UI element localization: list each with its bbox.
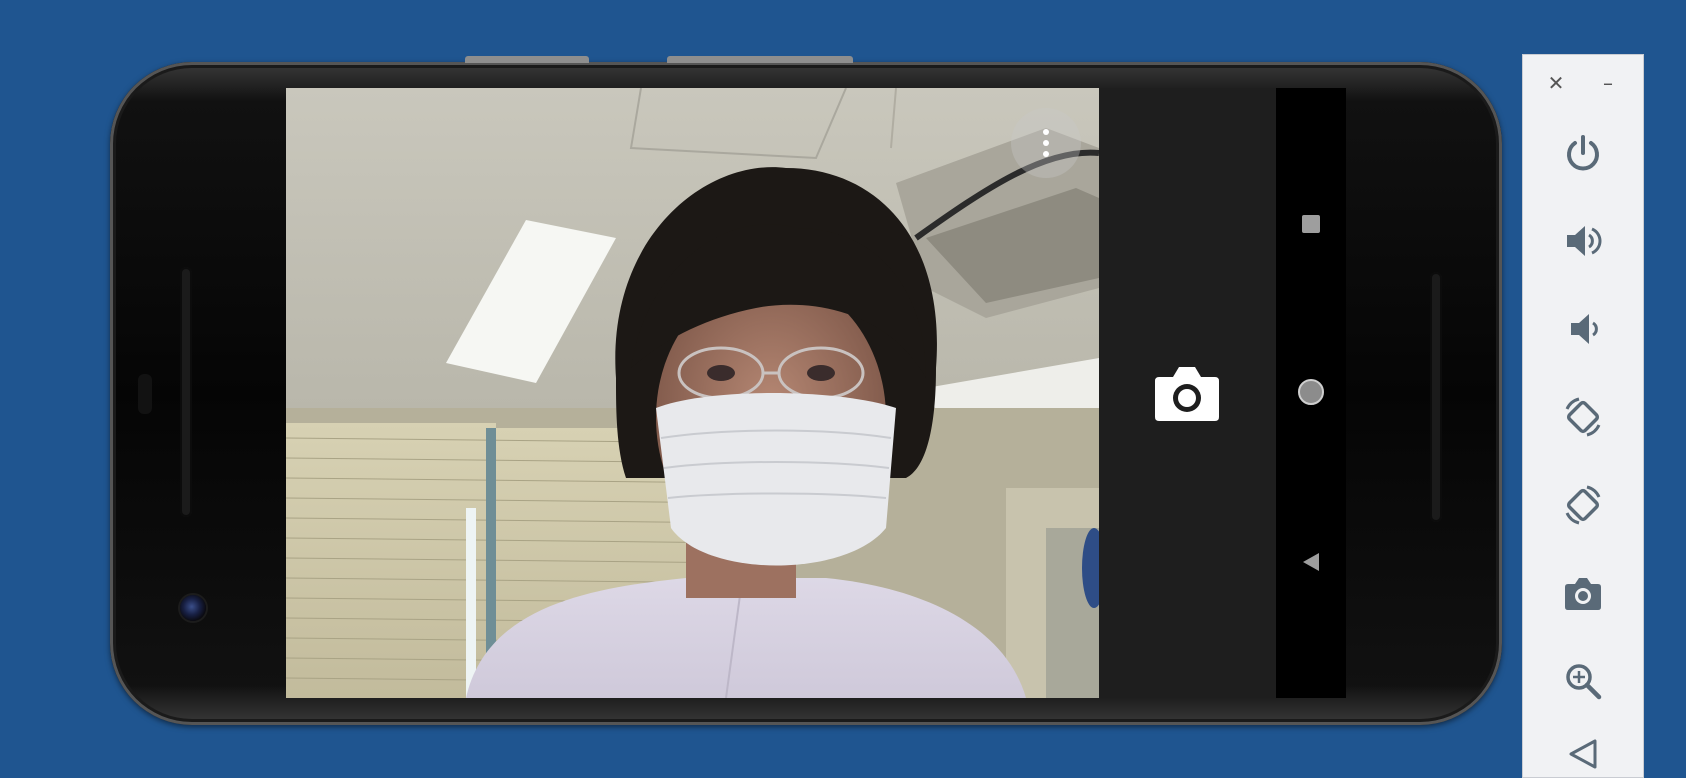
close-button[interactable]: ✕ <box>1541 69 1571 97</box>
rotate-left-button[interactable] <box>1553 387 1613 447</box>
home-button[interactable] <box>1291 372 1331 412</box>
camera-viewfinder[interactable] <box>286 88 1099 698</box>
camera-preview-image <box>286 88 1099 698</box>
device-screen[interactable] <box>286 88 1276 698</box>
toolbar-window-controls: ✕ – <box>1523 69 1643 97</box>
camera-controls-strip <box>1099 88 1276 698</box>
overflow-menu-button[interactable] <box>1011 108 1081 178</box>
front-camera-lens <box>180 595 206 621</box>
device-hardware-button <box>667 56 853 63</box>
power-icon <box>1567 135 1599 171</box>
screenshot-button[interactable] <box>1553 563 1613 623</box>
zoom-in-icon <box>1566 664 1602 700</box>
triangle-back-icon <box>1303 553 1319 571</box>
rotate-right-icon <box>1565 485 1601 525</box>
toolbar-back-button[interactable] <box>1553 723 1613 778</box>
android-navigation-bar <box>1276 88 1346 698</box>
camera-icon <box>1565 578 1601 610</box>
left-speaker-grille <box>180 267 192 517</box>
volume-down-icon <box>1571 314 1598 344</box>
emulator-side-toolbar: ✕ – <box>1522 54 1644 778</box>
volume-up-icon <box>1567 226 1602 256</box>
recents-button[interactable] <box>1291 204 1331 244</box>
back-button[interactable] <box>1291 542 1331 582</box>
proximity-sensor <box>138 374 152 414</box>
rotate-left-icon <box>1565 397 1601 437</box>
shutter-button[interactable] <box>1155 363 1219 423</box>
power-button[interactable] <box>1553 123 1613 183</box>
camera-shutter-icon <box>1155 367 1219 421</box>
zoom-button[interactable] <box>1553 651 1613 711</box>
desktop-background: ✕ – <box>0 0 1686 778</box>
right-speaker-grille <box>1430 272 1442 522</box>
device-hardware-button <box>465 56 589 63</box>
square-recents-icon <box>1302 215 1320 233</box>
minimize-button[interactable]: – <box>1593 69 1623 97</box>
rotate-right-button[interactable] <box>1553 475 1613 535</box>
back-triangle-icon <box>1569 739 1597 769</box>
more-vert-icon <box>1043 129 1049 157</box>
volume-up-button[interactable] <box>1553 211 1613 271</box>
circle-home-icon <box>1298 379 1324 405</box>
volume-down-button[interactable] <box>1553 299 1613 359</box>
